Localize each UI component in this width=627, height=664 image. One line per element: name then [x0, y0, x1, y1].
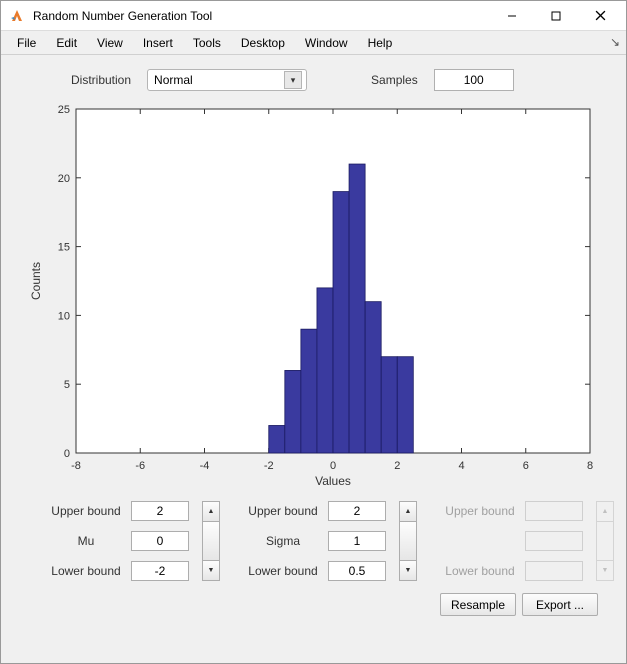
menu-window[interactable]: Window: [295, 33, 358, 53]
maximize-button[interactable]: [534, 1, 578, 31]
svg-text:5: 5: [63, 379, 69, 391]
g2-spinner[interactable]: ▲ ▼: [399, 501, 417, 581]
distribution-select-value: Normal: [154, 73, 284, 87]
svg-text:-4: -4: [199, 460, 209, 472]
menu-insert[interactable]: Insert: [133, 33, 183, 53]
menu-tools[interactable]: Tools: [183, 33, 231, 53]
svg-text:Counts: Counts: [29, 262, 43, 300]
g1-lower-label: Lower bound: [49, 564, 123, 578]
svg-text:Values: Values: [315, 474, 351, 488]
spinner-track[interactable]: [399, 522, 417, 560]
distribution-label: Distribution: [71, 73, 131, 87]
svg-text:4: 4: [458, 460, 464, 472]
svg-text:-6: -6: [135, 460, 145, 472]
resample-button[interactable]: Resample: [440, 593, 516, 616]
g3-lower-label: Lower bound: [443, 564, 517, 578]
export-button[interactable]: Export ...: [522, 593, 598, 616]
distribution-select[interactable]: Normal ▾: [147, 69, 307, 91]
svg-text:25: 25: [57, 104, 69, 116]
spinner-down-icon: ▼: [596, 560, 614, 581]
g2-mid-label: Sigma: [246, 534, 320, 548]
svg-text:8: 8: [586, 460, 592, 472]
g1-spinner[interactable]: ▲ ▼: [202, 501, 220, 581]
histogram-chart: 0 5 10 15 20 25 -8 -6 -4 -2 0 2 4 6 8 Values Counts: [26, 101, 602, 491]
svg-text:0: 0: [63, 448, 69, 460]
menu-view[interactable]: View: [87, 33, 133, 53]
g2-mid-input[interactable]: [328, 531, 386, 551]
menu-file[interactable]: File: [7, 33, 46, 53]
spinner-up-icon[interactable]: ▲: [202, 501, 220, 522]
samples-label: Samples: [371, 73, 418, 87]
g2-upper-input[interactable]: [328, 501, 386, 521]
svg-text:0: 0: [329, 460, 335, 472]
menu-edit[interactable]: Edit: [46, 33, 87, 53]
titlebar: Random Number Generation Tool: [1, 1, 626, 31]
spinner-track: [596, 522, 614, 560]
minimize-button[interactable]: [490, 1, 534, 31]
g1-mid-input[interactable]: [131, 531, 189, 551]
param-group-3: Upper bound Lower bound ▲ ▼: [443, 501, 614, 581]
spinner-up-icon: ▲: [596, 501, 614, 522]
svg-text:2: 2: [394, 460, 400, 472]
spinner-down-icon[interactable]: ▼: [202, 560, 220, 581]
svg-text:15: 15: [57, 242, 69, 254]
spinner-down-icon[interactable]: ▼: [399, 560, 417, 581]
g2-upper-label: Upper bound: [246, 504, 320, 518]
g2-lower-input[interactable]: [328, 561, 386, 581]
samples-input[interactable]: [434, 69, 514, 91]
dock-icon[interactable]: ↘: [610, 35, 620, 49]
matlab-icon: [9, 8, 25, 24]
close-button[interactable]: [578, 1, 622, 31]
g3-spinner: ▲ ▼: [596, 501, 614, 581]
g3-upper-input: [525, 501, 583, 521]
g1-lower-input[interactable]: [131, 561, 189, 581]
menu-help[interactable]: Help: [358, 33, 403, 53]
g3-upper-label: Upper bound: [443, 504, 517, 518]
spinner-up-icon[interactable]: ▲: [399, 501, 417, 522]
svg-text:10: 10: [57, 310, 69, 322]
parameter-panel: Upper bound Mu Lower bound ▲ ▼: [13, 491, 614, 581]
g2-lower-label: Lower bound: [246, 564, 320, 578]
svg-text:6: 6: [522, 460, 528, 472]
svg-text:-2: -2: [263, 460, 273, 472]
g1-mid-label: Mu: [49, 534, 123, 548]
svg-text:20: 20: [57, 173, 69, 185]
g3-mid-input: [525, 531, 583, 551]
g1-upper-input[interactable]: [131, 501, 189, 521]
chevron-down-icon: ▾: [284, 71, 302, 89]
svg-text:-8: -8: [71, 460, 81, 472]
window-title: Random Number Generation Tool: [33, 9, 490, 23]
menubar: File Edit View Insert Tools Desktop Wind…: [1, 31, 626, 55]
spinner-track[interactable]: [202, 522, 220, 560]
param-group-2: Upper bound Sigma Lower bound ▲ ▼: [246, 501, 417, 581]
g1-upper-label: Upper bound: [49, 504, 123, 518]
menu-desktop[interactable]: Desktop: [231, 33, 295, 53]
param-group-1: Upper bound Mu Lower bound ▲ ▼: [49, 501, 220, 581]
g3-lower-input: [525, 561, 583, 581]
